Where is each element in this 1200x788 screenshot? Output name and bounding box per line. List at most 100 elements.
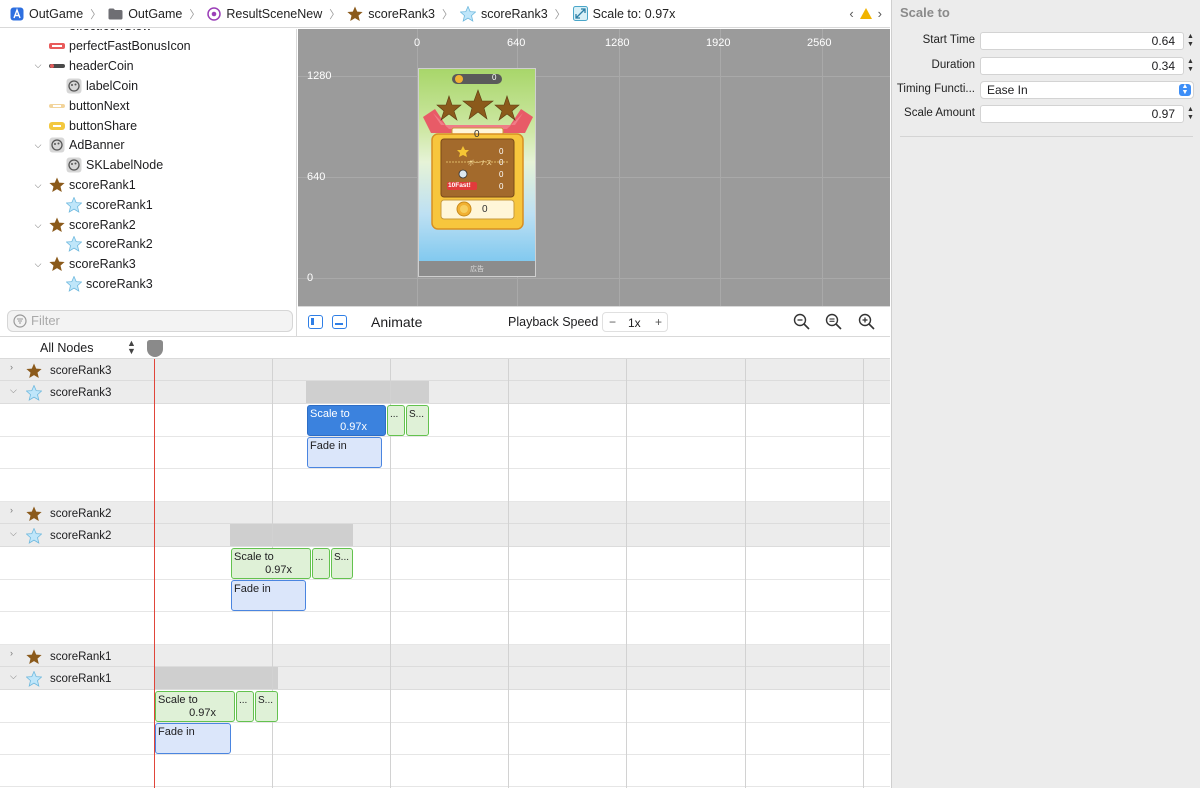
short-action[interactable]: S...	[255, 691, 278, 722]
breadcrumb-label: scoreRank3	[480, 6, 548, 21]
fade-in-action[interactable]: Fade in	[231, 580, 306, 611]
tree-item-effect-icon-glow[interactable]: effectIconGlow	[49, 29, 151, 36]
timeline-row-parent[interactable]: › scoreRank2	[0, 502, 890, 524]
tree-item-perfect-fast-bonus-icon[interactable]: perfectFastBonusIcon	[49, 36, 191, 56]
tree-item-score-rank1-child[interactable]: scoreRank1	[66, 195, 153, 215]
warning-icon[interactable]	[859, 8, 872, 19]
scale-amount-label: Scale Amount	[904, 107, 975, 119]
tree-item-button-share[interactable]: buttonShare	[49, 116, 137, 136]
chevron-down-icon[interactable]: ⌵	[33, 60, 43, 71]
timeline-row-child[interactable]: ⌵ scoreRank3	[0, 381, 890, 404]
chevron-right-icon[interactable]: ›	[10, 362, 13, 372]
zoom-reset-icon[interactable]	[825, 313, 842, 333]
ruler-y-label: 0	[307, 272, 314, 284]
tree-item-score-rank2-child[interactable]: scoreRank2	[66, 234, 153, 254]
tree-item-button-next[interactable]: buttonNext	[49, 96, 129, 116]
action-group-span[interactable]	[155, 667, 278, 689]
chevron-right-icon[interactable]: ›	[10, 648, 13, 658]
short-action[interactable]: ...	[312, 548, 330, 579]
playhead-line[interactable]	[154, 359, 155, 788]
playhead-handle[interactable]	[147, 340, 163, 357]
timing-function-select[interactable]: Ease In ▲ ▼	[980, 81, 1194, 99]
light-star-sprite-icon	[66, 197, 82, 213]
tree-item-label: scoreRank3	[69, 257, 136, 271]
start-time-field[interactable]: 0.64	[980, 32, 1184, 50]
row-label: scoreRank1	[26, 649, 111, 665]
decrement-button[interactable]: −	[609, 315, 616, 329]
breadcrumb-item-scene[interactable]: ResultSceneNew	[207, 7, 322, 21]
label-node-icon	[49, 137, 65, 153]
chevron-down-icon[interactable]: ⌵	[33, 140, 43, 151]
chevron-updown-icon[interactable]: ▲ ▼	[127, 339, 136, 356]
scale-to-action[interactable]: Scale to 0.97x	[307, 405, 386, 436]
action-group-span[interactable]	[306, 381, 429, 403]
fade-in-action[interactable]: Fade in	[155, 723, 231, 754]
scene-preview[interactable]: 0 0 0 ボーナス 0 0 10Fast! 0 0 広告	[418, 68, 536, 277]
short-action[interactable]: S...	[331, 548, 353, 579]
chevron-right-icon: 〉	[554, 8, 566, 21]
zoom-in-icon[interactable]	[858, 313, 875, 333]
scale-amount-field[interactable]: 0.97	[980, 105, 1184, 123]
timeline-track	[0, 580, 890, 612]
chevron-left-icon[interactable]: ‹	[849, 6, 853, 21]
action-title: Scale to	[234, 551, 274, 563]
start-time-stepper[interactable]: ▲ ▼	[1186, 33, 1195, 49]
tree-item-score-rank1[interactable]: scoreRank1	[49, 175, 136, 195]
chevron-right-icon[interactable]: ›	[10, 505, 13, 515]
short-action[interactable]: S...	[406, 405, 429, 436]
duration-stepper[interactable]: ▲ ▼	[1186, 58, 1195, 74]
chevron-down-icon[interactable]: ⌵	[33, 259, 43, 270]
tree-item-sk-label-node[interactable]: SKLabelNode	[66, 155, 163, 175]
scene-canvas[interactable]: 0 640 1280 1920 2560 1280 640 0 0 0 0 ボー…	[298, 29, 890, 306]
tree-item-label-coin[interactable]: labelCoin	[66, 76, 138, 96]
tree-item-score-rank2[interactable]: scoreRank2	[49, 215, 136, 235]
toggle-bottom-panel-icon[interactable]	[332, 315, 347, 329]
node-filter-select[interactable]: All Nodes	[40, 341, 94, 355]
folder-icon	[108, 8, 123, 20]
fade-in-action[interactable]: Fade in	[307, 437, 382, 468]
breadcrumb-item-child-node[interactable]: scoreRank3	[459, 5, 548, 22]
tree-item-score-rank3[interactable]: scoreRank3	[49, 254, 136, 274]
action-value: 0.97x	[265, 564, 292, 576]
row-label-text: scoreRank3	[50, 365, 112, 377]
toggle-left-panel-icon[interactable]	[308, 315, 323, 329]
sprite-icon	[49, 29, 65, 34]
tree-item-label: scoreRank1	[69, 178, 136, 192]
increment-button[interactable]: +	[655, 315, 662, 329]
chevron-down-icon[interactable]: ⌵	[10, 385, 17, 396]
label-node-icon	[66, 78, 82, 94]
scale-to-action[interactable]: Scale to 0.97x	[231, 548, 311, 579]
short-action[interactable]: ...	[387, 405, 405, 436]
breadcrumb-item-action[interactable]: Scale to: 0.97x	[572, 6, 675, 21]
timeline-header: All Nodes ▲ ▼	[0, 337, 890, 359]
timeline-track	[0, 755, 890, 787]
chevron-right-icon[interactable]: ›	[878, 6, 882, 21]
action-group-span[interactable]	[230, 524, 353, 546]
tree-item-header-coin[interactable]: headerCoin	[49, 56, 134, 76]
tree-item-ad-banner[interactable]: AdBanner	[49, 135, 125, 155]
scale-amount-stepper[interactable]: ▲ ▼	[1186, 106, 1195, 122]
timeline-row-parent[interactable]: › scoreRank3	[0, 359, 890, 381]
chevron-down-icon[interactable]: ⌵	[10, 528, 17, 539]
breadcrumb-item-project[interactable]: OutGame	[10, 7, 83, 21]
time-grid-line	[626, 359, 627, 788]
row-label-text: scoreRank2	[50, 508, 112, 520]
zoom-out-icon[interactable]	[793, 313, 810, 333]
action-title: Scale to	[158, 694, 198, 706]
timeline-row-child[interactable]: ⌵ scoreRank1	[0, 667, 890, 690]
filter-input[interactable]: Filter	[7, 310, 293, 332]
duration-field[interactable]: 0.34	[980, 57, 1184, 75]
scale-to-action[interactable]: Scale to 0.97x	[155, 691, 235, 722]
timeline-row-child[interactable]: ⌵ scoreRank2	[0, 524, 890, 547]
chevron-down-icon[interactable]: ⌵	[33, 180, 43, 191]
tree-item-score-rank3-child[interactable]: scoreRank3	[66, 274, 153, 294]
short-action[interactable]: ...	[236, 691, 254, 722]
breadcrumb-item-folder[interactable]: OutGame	[108, 7, 182, 21]
chevron-down-icon[interactable]: ⌵	[10, 671, 17, 682]
breadcrumb-item-node[interactable]: scoreRank3	[347, 6, 435, 22]
animate-button[interactable]: Animate	[371, 314, 422, 330]
chevron-down-icon[interactable]: ⌵	[33, 220, 43, 231]
ruler-x-label: 1920	[706, 37, 731, 49]
row-value-2: 0	[499, 158, 504, 167]
timeline-row-parent[interactable]: › scoreRank1	[0, 645, 890, 667]
